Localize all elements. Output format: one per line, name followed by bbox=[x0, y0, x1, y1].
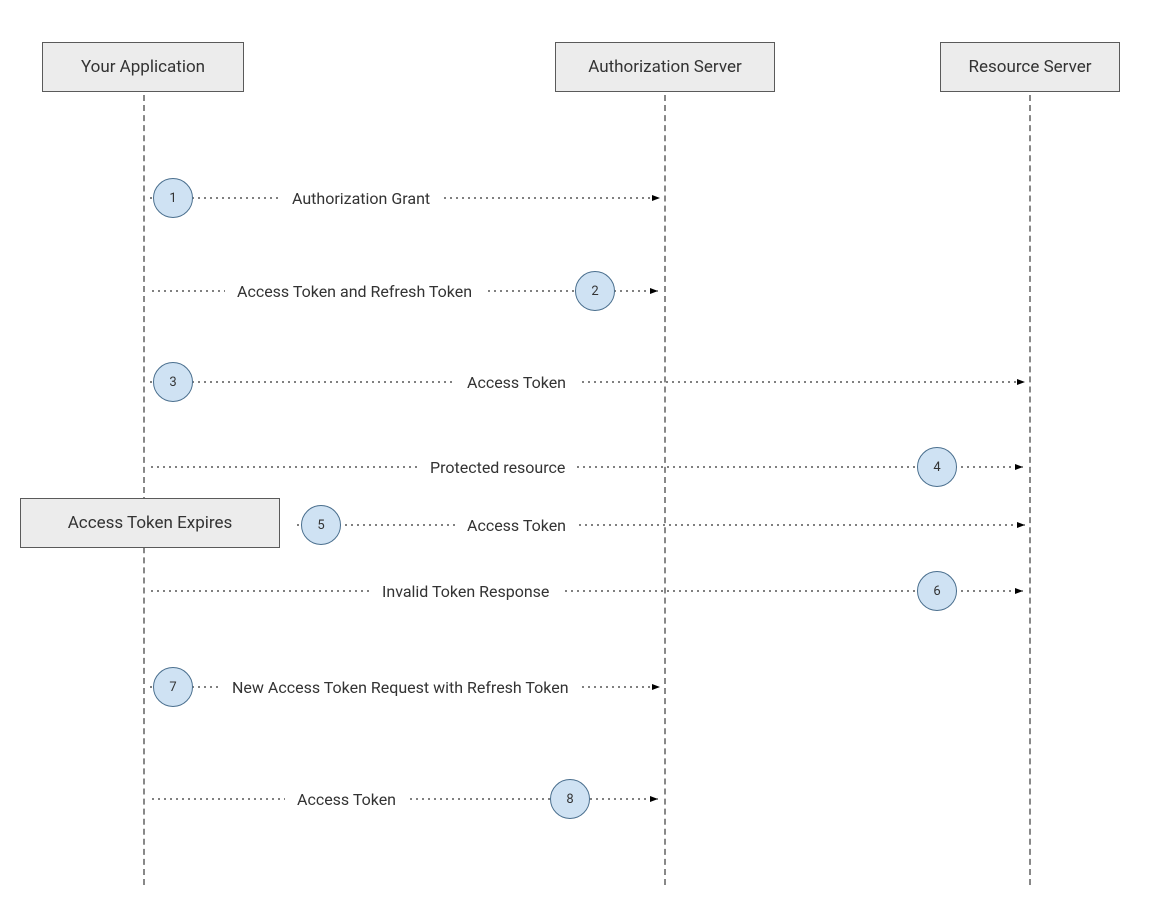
step-number: 6 bbox=[933, 584, 940, 599]
expires-label: Access Token Expires bbox=[68, 513, 233, 533]
message-access-token-3: Access Token bbox=[285, 790, 408, 809]
step-number: 7 bbox=[169, 680, 176, 695]
message-text: Authorization Grant bbox=[292, 189, 430, 208]
step-badge-6: 6 bbox=[917, 571, 957, 611]
participant-resource-server: Resource Server bbox=[940, 42, 1120, 92]
step-badge-1: 1 bbox=[153, 178, 193, 218]
participant-label: Your Application bbox=[81, 57, 205, 77]
arrows-layer bbox=[0, 0, 1150, 908]
message-access-token-2: Access Token bbox=[455, 516, 578, 535]
lifeline-resource-server bbox=[1029, 95, 1031, 885]
access-token-expires-box: Access Token Expires bbox=[20, 498, 280, 548]
step-number: 8 bbox=[566, 792, 573, 807]
participant-authorization-server: Authorization Server bbox=[555, 42, 775, 92]
message-text: Access Token bbox=[297, 790, 396, 809]
step-badge-4: 4 bbox=[917, 447, 957, 487]
lifeline-your-application bbox=[143, 95, 145, 885]
step-number: 1 bbox=[169, 191, 176, 206]
message-access-token-1: Access Token bbox=[455, 373, 578, 392]
message-text: Invalid Token Response bbox=[382, 582, 549, 601]
participant-label: Resource Server bbox=[969, 57, 1092, 77]
message-new-access-token-request: New Access Token Request with Refresh To… bbox=[220, 678, 581, 697]
step-badge-5: 5 bbox=[301, 505, 341, 545]
message-text: Access Token bbox=[467, 373, 566, 392]
message-text: Protected resource bbox=[430, 458, 565, 477]
message-invalid-token-response: Invalid Token Response bbox=[370, 582, 561, 601]
message-access-and-refresh-token: Access Token and Refresh Token bbox=[225, 282, 484, 301]
lifeline-authorization-server bbox=[664, 95, 666, 885]
message-text: Access Token and Refresh Token bbox=[237, 282, 472, 301]
message-text: New Access Token Request with Refresh To… bbox=[232, 678, 569, 697]
step-number: 4 bbox=[933, 460, 940, 475]
message-text: Access Token bbox=[467, 516, 566, 535]
step-badge-8: 8 bbox=[550, 779, 590, 819]
step-badge-3: 3 bbox=[153, 362, 193, 402]
step-number: 5 bbox=[317, 518, 324, 533]
participant-your-application: Your Application bbox=[42, 42, 244, 92]
sequence-diagram: Your Application Authorization Server Re… bbox=[0, 0, 1150, 908]
step-number: 3 bbox=[169, 375, 176, 390]
message-protected-resource: Protected resource bbox=[418, 458, 577, 477]
step-badge-2: 2 bbox=[575, 271, 615, 311]
message-authorization-grant: Authorization Grant bbox=[280, 189, 442, 208]
participant-label: Authorization Server bbox=[588, 57, 741, 77]
step-badge-7: 7 bbox=[153, 667, 193, 707]
step-number: 2 bbox=[591, 284, 598, 299]
